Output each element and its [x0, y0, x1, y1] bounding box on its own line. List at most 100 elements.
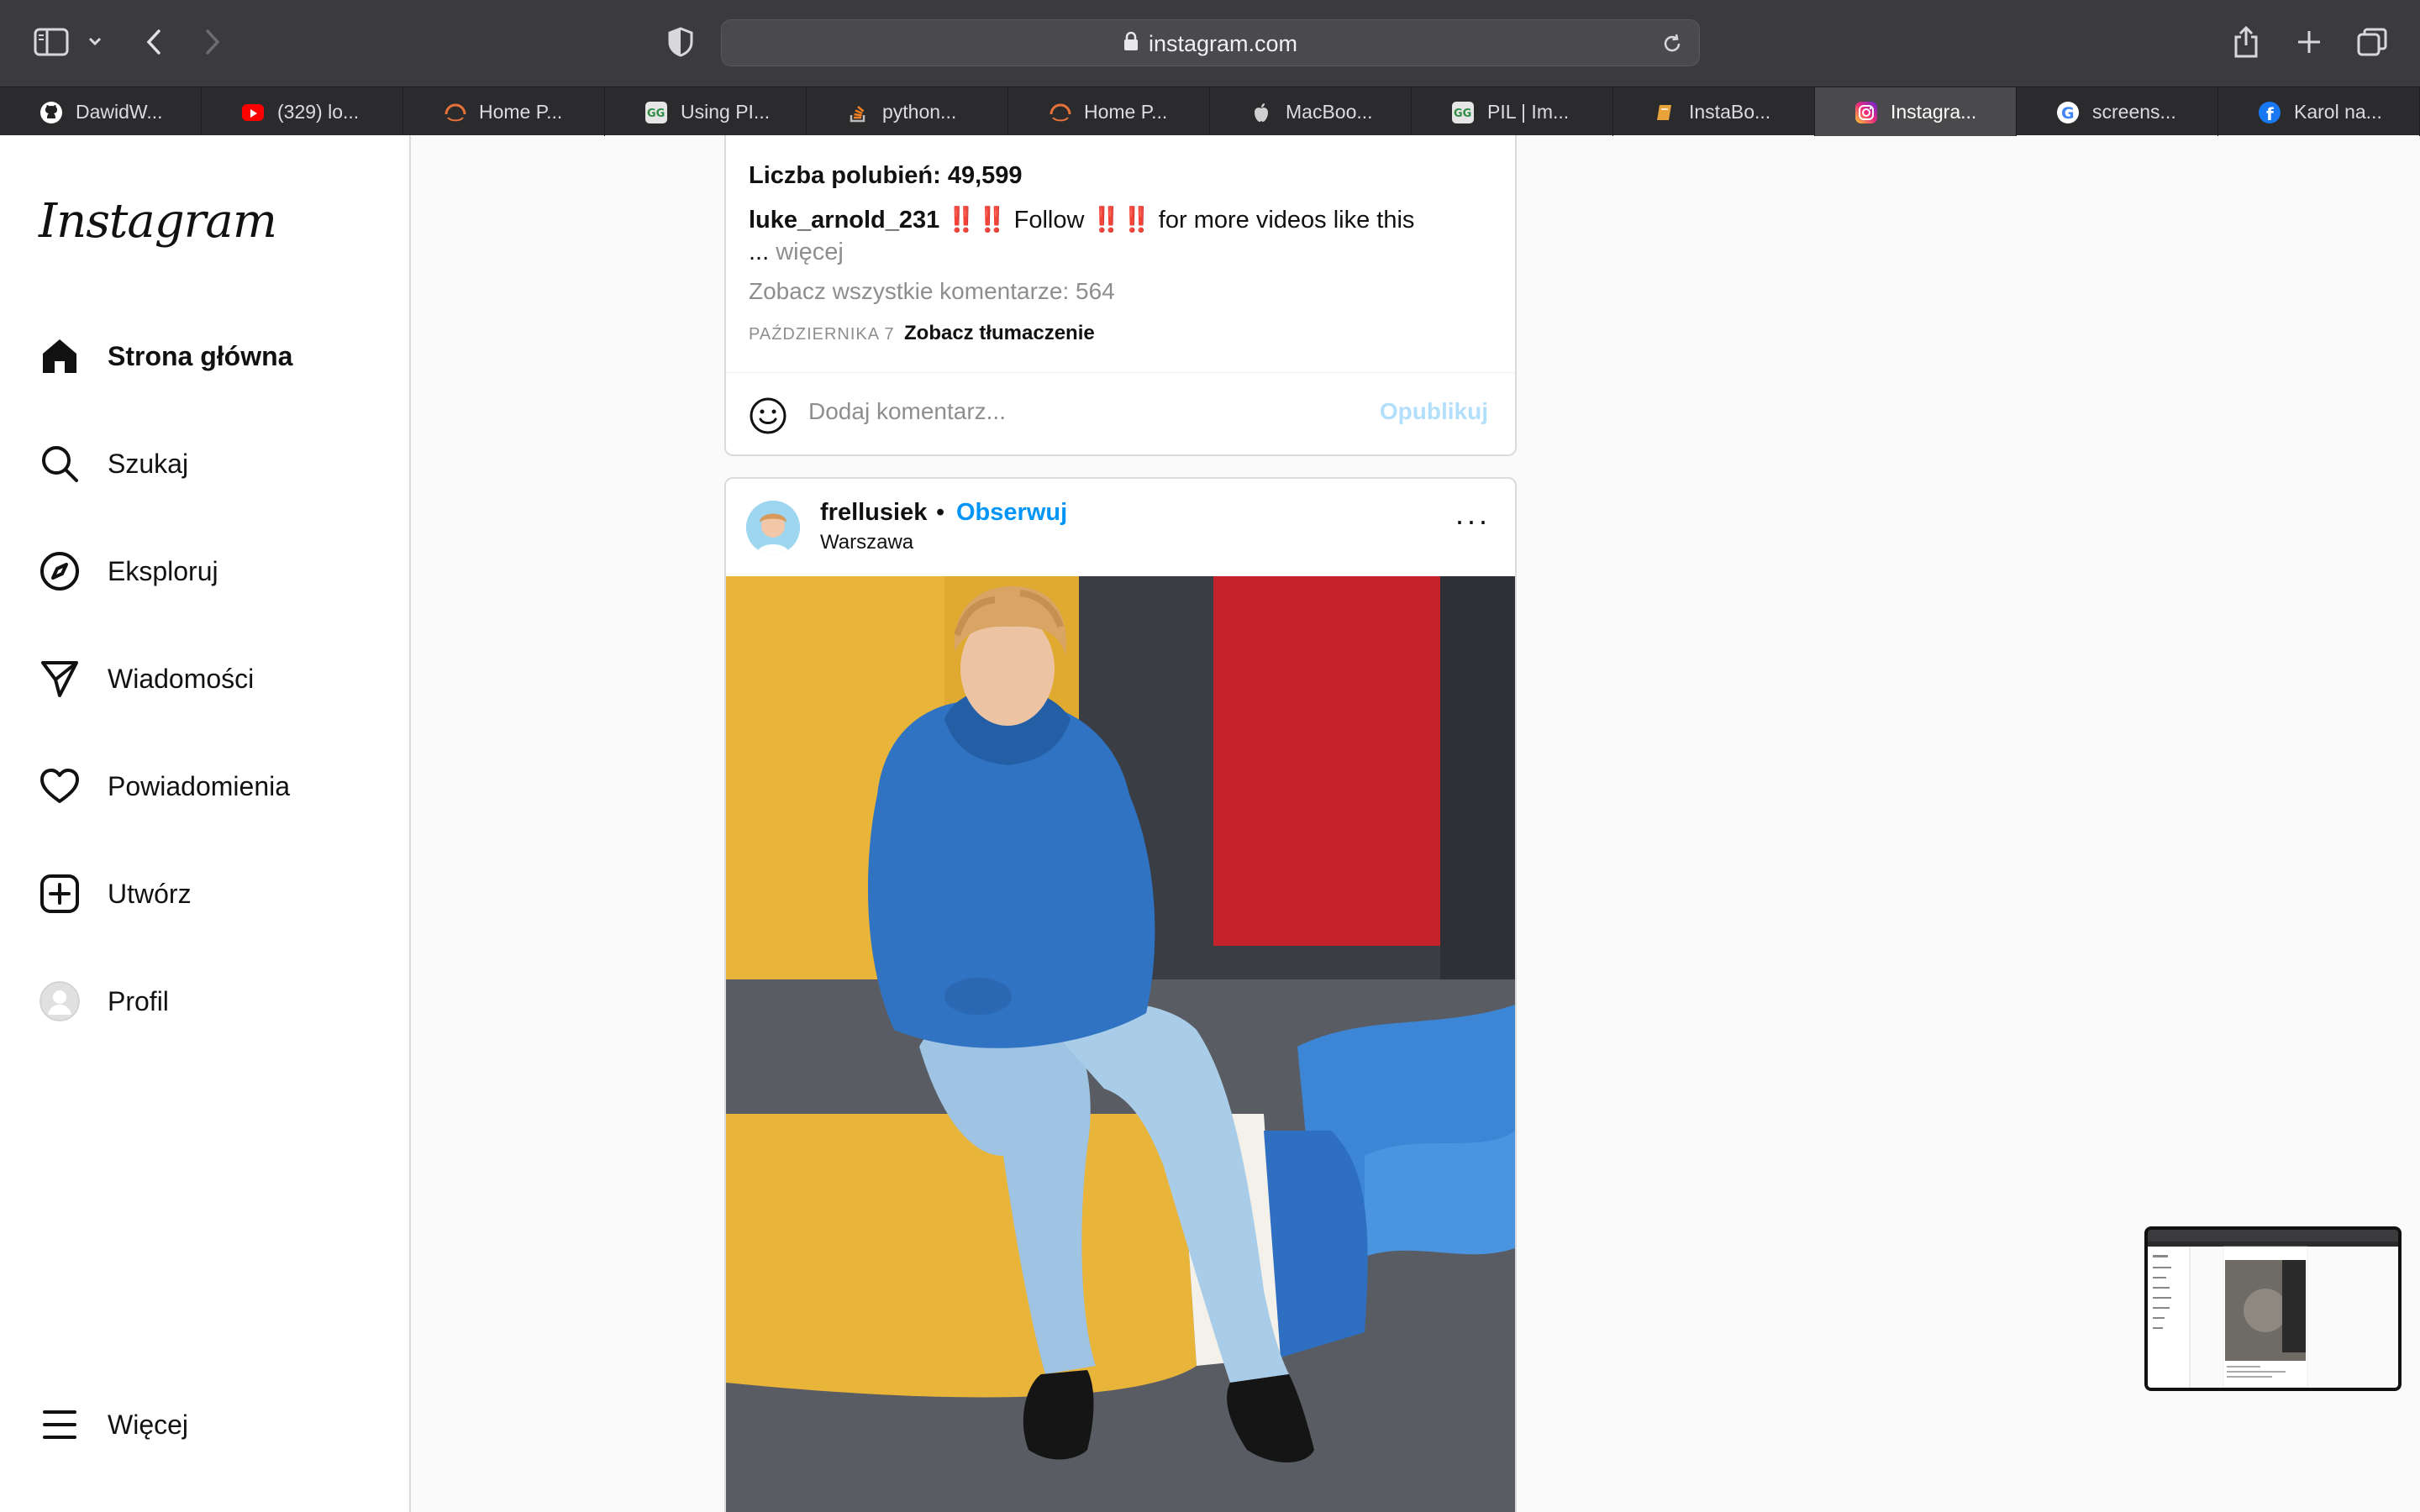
- publish-button[interactable]: Opublikuj: [1380, 398, 1488, 425]
- browser-tab[interactable]: DawidW...: [0, 87, 202, 136]
- chevron-down-icon[interactable]: [84, 30, 106, 52]
- loading-arc-icon: [444, 102, 466, 123]
- nav-item-label: Wiadomości: [108, 663, 255, 694]
- geeksforgeeks-icon: GG: [1452, 102, 1474, 123]
- nav-item-label: Profil: [108, 985, 169, 1016]
- caption-author[interactable]: luke_arnold_231: [749, 207, 939, 234]
- geeksforgeeks-icon: GG: [645, 102, 667, 123]
- forward-icon[interactable]: [198, 25, 227, 59]
- see-translation-link[interactable]: Zobacz tłumaczenie: [904, 322, 1095, 345]
- post-date[interactable]: PAŹDZIERNIKA 7: [749, 325, 895, 344]
- tab-label: DawidW...: [76, 100, 163, 123]
- nav-item-label: Eksploruj: [108, 555, 218, 586]
- browser-tab-active[interactable]: Instagra...: [1815, 87, 2017, 136]
- back-icon[interactable]: [139, 25, 168, 59]
- tab-label: Instagra...: [1891, 100, 1977, 123]
- svg-text:f: f: [2266, 104, 2274, 123]
- sidebar-toggle-icon[interactable]: [32, 25, 71, 59]
- nav-item-label: Szukaj: [108, 448, 189, 479]
- post-caption: luke_arnold_231 ‼️‼️ Follow ‼️‼️ for mor…: [749, 204, 1463, 268]
- comment-bar: Dodaj komentarz... Opublikuj: [726, 372, 1515, 454]
- nav-item-label: Więcej: [108, 1409, 189, 1440]
- tab-label: (329) lo...: [277, 100, 360, 123]
- follow-button[interactable]: Obserwuj: [956, 499, 1067, 527]
- youtube-icon: [242, 104, 264, 121]
- comment-input[interactable]: Dodaj komentarz...: [808, 398, 1006, 425]
- browser-tab[interactable]: G screens...: [2017, 87, 2218, 136]
- book-icon: [1654, 102, 1676, 123]
- tab-label: Home P...: [479, 100, 563, 123]
- browser-tab[interactable]: Home P...: [403, 87, 605, 136]
- svg-text:GG: GG: [1454, 108, 1471, 120]
- tab-bar: DawidW... (329) lo... Home P... GG Using…: [0, 87, 2420, 136]
- browser-tab[interactable]: (329) lo...: [202, 87, 403, 136]
- nav-item-home[interactable]: Strona główna: [39, 331, 292, 381]
- browser-tab[interactable]: GG Using PI...: [605, 87, 807, 136]
- caption-text: Follow: [1013, 207, 1085, 234]
- browser-tab[interactable]: python...: [807, 87, 1008, 136]
- nav-item-more[interactable]: Więcej: [39, 1399, 188, 1450]
- stackoverflow-icon: [847, 102, 869, 123]
- home-icon: [39, 335, 81, 377]
- double-exclamation-emoji: ‼️‼️: [946, 207, 1007, 234]
- browser-tab[interactable]: f Karol na...: [2218, 87, 2420, 136]
- emoji-icon[interactable]: [749, 396, 787, 439]
- tab-label: PIL | Im...: [1487, 100, 1570, 123]
- post-location[interactable]: Warszawa: [820, 531, 913, 554]
- svg-text:GG: GG: [647, 108, 665, 120]
- instagram-sidebar: Instagram Strona główna Szukaj Eksploruj…: [0, 135, 411, 1512]
- browser-tab[interactable]: InstaBo...: [1613, 87, 1815, 136]
- instagram-logo[interactable]: Instagram: [39, 194, 277, 249]
- caption-more-link[interactable]: więcej: [776, 239, 844, 265]
- browser-tab[interactable]: MacBoo...: [1210, 87, 1412, 136]
- reload-icon[interactable]: [1660, 32, 1684, 55]
- privacy-shield-icon[interactable]: [666, 25, 696, 59]
- menu-icon: [39, 1404, 81, 1446]
- browser-tab[interactable]: GG PIL | Im...: [1412, 87, 1613, 136]
- new-tab-icon[interactable]: [2292, 25, 2326, 59]
- post-photo[interactable]: [726, 576, 1515, 1512]
- address-bar[interactable]: instagram.com: [721, 19, 1700, 66]
- send-icon: [39, 658, 81, 700]
- svg-text:G: G: [2061, 104, 2075, 123]
- profile-avatar-icon: [39, 980, 81, 1022]
- instagram-icon: [1855, 102, 1877, 123]
- browser-toolbar: instagram.com: [0, 0, 2420, 87]
- more-options-icon[interactable]: ···: [1455, 506, 1490, 536]
- loading-arc-icon: [1049, 102, 1071, 123]
- plus-square-icon: [39, 873, 81, 915]
- heart-icon: [39, 765, 81, 807]
- nav-item-label: Strona główna: [108, 340, 293, 371]
- apple-icon: [1250, 102, 1272, 123]
- caption-text: for more videos like this: [1158, 207, 1415, 234]
- url-text: instagram.com: [1148, 30, 1298, 56]
- tab-label: screens...: [2092, 100, 2176, 123]
- view-all-comments-link[interactable]: Zobacz wszystkie komentarze: 564: [749, 278, 1115, 305]
- nav-item-messages[interactable]: Wiadomości: [39, 654, 254, 704]
- tab-overview-icon[interactable]: [2354, 25, 2390, 59]
- nav-item-profile[interactable]: Profil: [39, 976, 169, 1026]
- feed-post: Liczba polubień: 49,599 luke_arnold_231 …: [724, 135, 1517, 456]
- likes-count[interactable]: Liczba polubień: 49,599: [749, 162, 1023, 190]
- caption-ellipsis: ...: [749, 239, 770, 265]
- window-preview-thumbnail[interactable]: [2144, 1226, 2402, 1391]
- nav-item-explore[interactable]: Eksploruj: [39, 546, 218, 596]
- facebook-icon: f: [2259, 102, 2281, 124]
- tab-label: MacBoo...: [1286, 100, 1373, 123]
- avatar[interactable]: [746, 501, 800, 554]
- google-icon: G: [2057, 102, 2079, 123]
- tab-label: InstaBo...: [1689, 100, 1771, 123]
- double-exclamation-emoji: ‼️‼️: [1091, 207, 1152, 234]
- nav-item-create[interactable]: Utwórz: [39, 869, 192, 919]
- nav-item-label: Utwórz: [108, 878, 192, 909]
- feed-post: frellusiek • Obserwuj Warszawa ···: [724, 477, 1517, 1512]
- nav-item-search[interactable]: Szukaj: [39, 438, 188, 489]
- post-username[interactable]: frellusiek: [820, 499, 927, 527]
- compass-icon: [39, 550, 81, 592]
- nav-item-notifications[interactable]: Powiadomienia: [39, 761, 290, 811]
- tab-label: python...: [882, 100, 957, 123]
- browser-tab[interactable]: Home P...: [1008, 87, 1210, 136]
- separator-dot: •: [936, 499, 945, 526]
- tab-label: Home P...: [1084, 100, 1168, 123]
- share-icon[interactable]: [2230, 24, 2262, 60]
